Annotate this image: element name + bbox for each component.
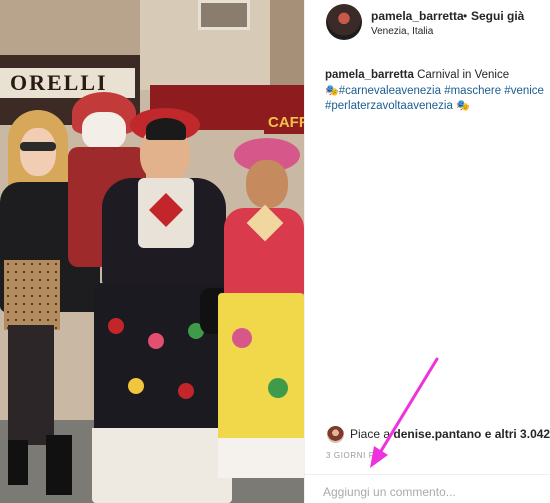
mask-emoji-icon: 🎭	[325, 84, 339, 97]
likes-text[interactable]: Piace a denise.pantano e altri 3.042	[350, 427, 550, 441]
sign-right-text: CAFFE	[268, 114, 304, 131]
mask-emoji-icon: 🎭	[456, 100, 470, 112]
post-timestamp[interactable]: 3 GIORNI FA	[326, 451, 380, 460]
follow-button[interactable]: Segui già	[471, 9, 524, 23]
hashtag-link[interactable]: #maschere	[444, 85, 501, 97]
post-caption: pamela_barretta Carnival in Venice 🎭#car…	[325, 68, 547, 115]
hashtag-link[interactable]: #venice	[504, 85, 544, 97]
post-sidebar: pamela_barretta • Segui già Venezia, Ita…	[304, 0, 550, 503]
header-username[interactable]: pamela_barretta	[371, 9, 464, 23]
likes-row: Piace a denise.pantano e altri 3.042	[325, 425, 550, 445]
figure-costume-right	[218, 138, 304, 503]
post-header: pamela_barretta • Segui già Venezia, Ita…	[305, 0, 550, 50]
hashtag-link[interactable]: #perlaterzavoltaavenezia	[325, 100, 453, 112]
caption-username[interactable]: pamela_barretta	[325, 69, 414, 81]
post-photo[interactable]: ORELLI CAFFE	[0, 0, 304, 503]
header-separator: •	[463, 9, 468, 23]
location-link[interactable]: Venezia, Italia	[371, 26, 433, 37]
figure-costume-center	[88, 108, 240, 503]
instagram-post: ORELLI CAFFE	[0, 0, 550, 503]
likes-count[interactable]: e altri 3.042	[481, 427, 550, 441]
liker-avatar[interactable]	[327, 426, 344, 443]
building-window	[198, 0, 250, 30]
liker-username[interactable]: denise.pantano	[393, 427, 481, 441]
sign-right: CAFFE	[264, 112, 304, 134]
comment-input[interactable]	[323, 483, 533, 501]
divider	[305, 474, 550, 475]
hashtag-link[interactable]: #carnevaleavenezia	[339, 85, 441, 97]
caption-text: Carnival in Venice	[417, 69, 510, 81]
avatar[interactable]	[326, 4, 362, 40]
likes-prefix: Piace a	[350, 427, 394, 441]
